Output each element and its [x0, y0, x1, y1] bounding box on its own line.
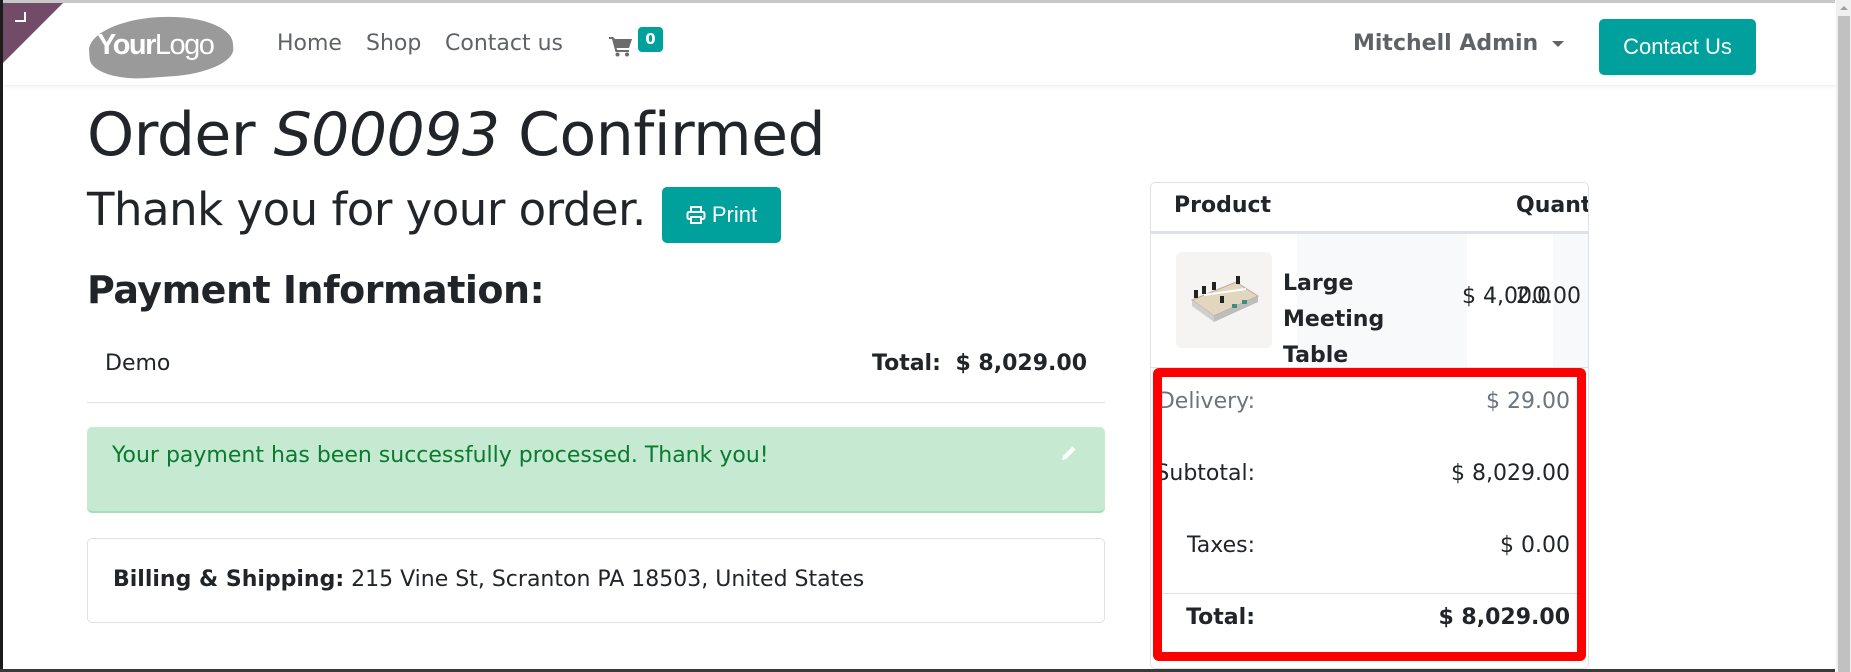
- caret-down-icon: [1552, 40, 1565, 47]
- taxes-row: Taxes: $ 0.00: [1151, 533, 1588, 573]
- product-price: $ 4,000.00: [1462, 284, 1581, 309]
- order-reference: S00093: [273, 100, 500, 170]
- payment-method: Demo: [105, 351, 171, 376]
- vertical-scrollbar[interactable]: [1836, 0, 1851, 672]
- payment-total-label: Total:: [872, 351, 941, 376]
- title-suffix: Confirmed: [499, 100, 826, 170]
- product-name[interactable]: Large Meeting Table: [1283, 266, 1453, 374]
- top-navbar: YourLogo Home Shop Contact us 0 Mitchell…: [3, 3, 1836, 86]
- title-prefix: Order: [87, 100, 274, 170]
- total-value: $ 8,029.00: [1438, 605, 1570, 630]
- total-row: Total: $ 8,029.00: [1151, 605, 1588, 645]
- scroll-up-arrow-icon[interactable]: [1840, 6, 1848, 10]
- total-label: Total:: [1186, 605, 1255, 630]
- billing-shipping-address: Billing & Shipping: 215 Vine St, Scranto…: [113, 567, 864, 592]
- page-title: Order S00093 Confirmed: [87, 100, 826, 170]
- nav-home[interactable]: Home: [277, 31, 342, 56]
- payment-info-heading: Payment Information:: [87, 268, 545, 312]
- payment-row: Demo Total: $ 8,029.00: [87, 340, 1105, 403]
- print-label: Print: [711, 202, 758, 227]
- subtotal-label: Subtotal:: [1155, 461, 1255, 486]
- billing-shipping-card: Billing & Shipping: 215 Vine St, Scranto…: [87, 538, 1105, 623]
- payment-total-value: $ 8,029.00: [955, 351, 1087, 376]
- corner-arrow-icon: [15, 12, 26, 22]
- pencil-icon[interactable]: [1059, 445, 1077, 463]
- edit-mode-corner[interactable]: [3, 3, 63, 63]
- cart-count-badge: 0: [638, 27, 663, 52]
- taxes-value: $ 0.00: [1500, 533, 1570, 558]
- nav-shop[interactable]: Shop: [366, 31, 421, 56]
- nav-contact-us[interactable]: Contact us: [445, 31, 563, 56]
- delivery-label: Delivery:: [1157, 389, 1255, 414]
- product-image[interactable]: [1176, 252, 1272, 348]
- order-summary-card: Product Quantity Price Large Meeting Tab…: [1150, 182, 1589, 669]
- order-totals: Delivery: $ 29.00 Subtotal: $ 8,029.00 T…: [1151, 369, 1588, 668]
- payment-success-alert: Your payment has been successfully proce…: [87, 427, 1105, 513]
- logo-text: YourLogo: [97, 29, 215, 62]
- shopping-cart-icon[interactable]: [609, 35, 633, 57]
- totals-divider: [1163, 593, 1578, 594]
- column-header-quantity: Quantity: [1516, 193, 1588, 218]
- logo-text-light: Logo: [154, 29, 215, 61]
- thank-you-heading: Thank you for your order.: [87, 183, 646, 236]
- order-line-row: Large Meeting Table 2.0 $ 4,000.00: [1151, 234, 1588, 368]
- delivery-row: Delivery: $ 29.00: [1151, 389, 1588, 429]
- user-name: Mitchell Admin: [1353, 31, 1539, 56]
- site-logo[interactable]: YourLogo: [87, 12, 235, 82]
- meeting-table-image: [1190, 276, 1260, 322]
- user-menu[interactable]: Mitchell Admin: [1353, 31, 1565, 56]
- taxes-label: Taxes:: [1186, 533, 1255, 558]
- subtotal-row: Subtotal: $ 8,029.00: [1151, 461, 1588, 501]
- address-label: Billing & Shipping:: [113, 567, 345, 592]
- column-header-product: Product: [1174, 193, 1272, 218]
- delivery-value: $ 29.00: [1486, 389, 1570, 414]
- alert-message: Your payment has been successfully proce…: [112, 443, 769, 468]
- subtotal-value: $ 8,029.00: [1451, 461, 1570, 486]
- address-value: 215 Vine St, Scranton PA 18503, United S…: [344, 567, 865, 592]
- logo-text-bold: Your: [97, 29, 156, 61]
- print-button[interactable]: Print: [662, 187, 781, 243]
- printer-icon: [686, 206, 706, 224]
- window-left-border: [0, 0, 3, 672]
- scrollbar-thumb[interactable]: [1838, 16, 1850, 672]
- order-table-header: Product Quantity Price: [1151, 183, 1588, 234]
- contact-us-button[interactable]: Contact Us: [1599, 19, 1756, 75]
